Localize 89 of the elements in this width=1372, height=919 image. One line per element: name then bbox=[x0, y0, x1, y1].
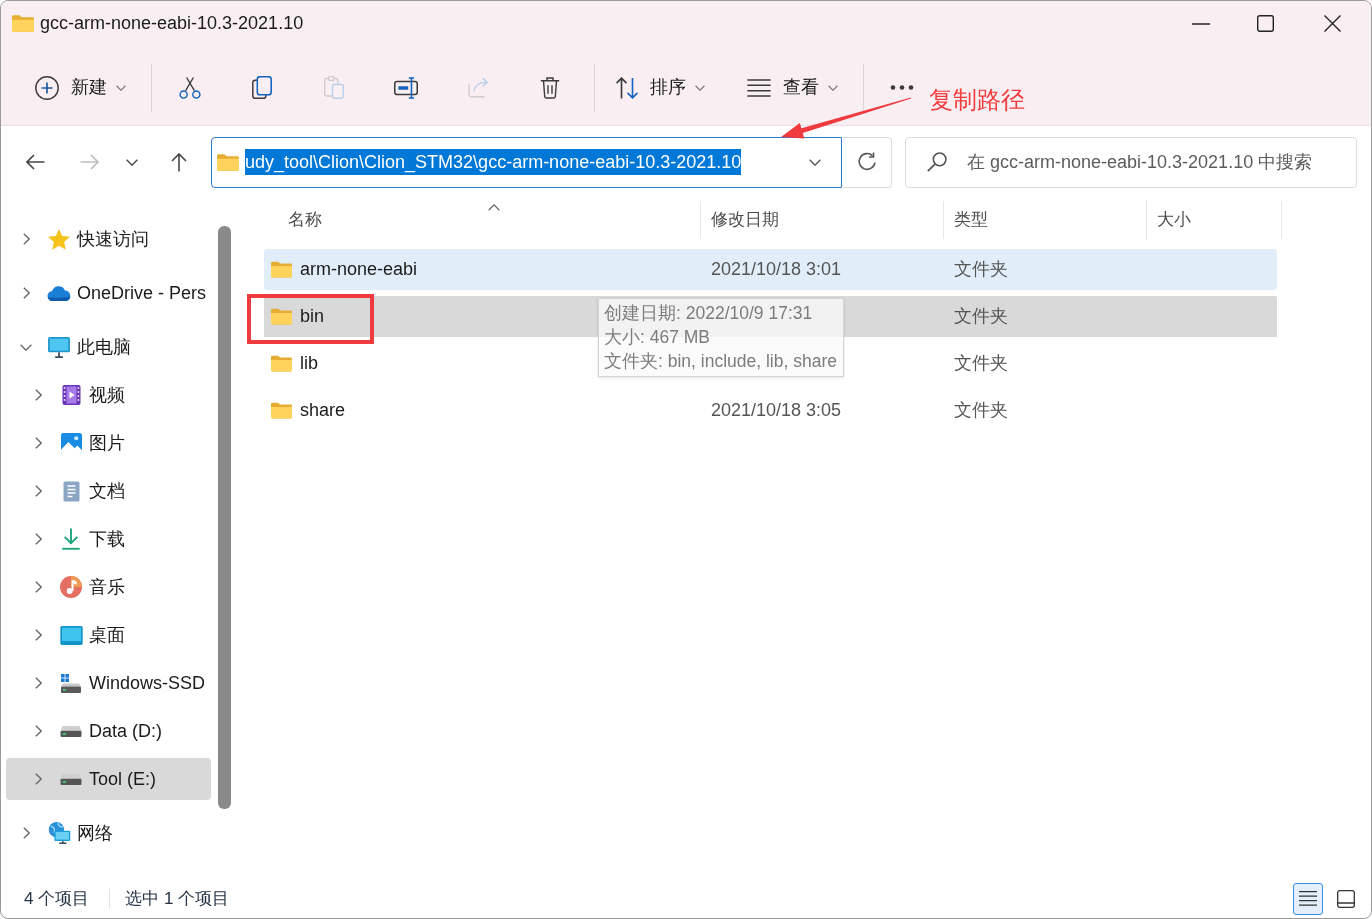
scrollbar-thumb[interactable] bbox=[218, 226, 231, 809]
drive-icon bbox=[60, 773, 82, 785]
cloud-icon bbox=[47, 285, 71, 301]
chevron-right-icon[interactable] bbox=[34, 677, 42, 689]
forward-arrow-icon bbox=[79, 154, 99, 170]
column-header[interactable]: 大小 bbox=[1147, 201, 1282, 239]
chevron-right-icon[interactable] bbox=[34, 485, 42, 497]
tooltip-text: 大小: 467 MB bbox=[604, 326, 712, 349]
close-icon bbox=[1323, 15, 1341, 32]
new-button[interactable]: 新建 bbox=[23, 62, 136, 113]
folder-icon bbox=[217, 153, 239, 171]
search-icon bbox=[927, 151, 947, 172]
sidebar-item[interactable]: Tool (E:) bbox=[6, 758, 211, 800]
picture-icon bbox=[60, 432, 82, 454]
monitor-icon bbox=[48, 336, 70, 358]
sidebar-item[interactable]: Windows-SSD bbox=[6, 662, 211, 704]
folder-icon bbox=[12, 15, 34, 32]
file-name[interactable]: share bbox=[300, 397, 346, 424]
folder-icon bbox=[271, 308, 292, 325]
sort-caret-icon bbox=[488, 204, 500, 211]
chevron-down-icon bbox=[809, 158, 821, 166]
file-type: 文件夹 bbox=[953, 305, 1009, 328]
back-arrow-icon bbox=[25, 154, 45, 170]
chevron-down-icon bbox=[126, 158, 138, 166]
system-drive-icon bbox=[60, 673, 82, 693]
sidebar-item[interactable]: 文档 bbox=[6, 470, 211, 512]
column-header[interactable]: 名称 bbox=[264, 201, 701, 239]
file-name[interactable]: lib bbox=[300, 350, 318, 377]
selected-path-text: udy_tool\Clion\Clion_STM32\gcc-arm-none-eabi-10.3-2021.10 bbox=[245, 149, 742, 175]
chevron-right-icon[interactable] bbox=[34, 389, 42, 401]
annotation-label: 复制路径 bbox=[929, 85, 1025, 115]
minimize-icon bbox=[1192, 22, 1210, 25]
music-note-icon bbox=[60, 576, 82, 598]
folder-icon bbox=[271, 261, 292, 278]
chevron-right-icon[interactable] bbox=[34, 725, 42, 737]
drive-icon bbox=[60, 725, 82, 737]
sidebar-item[interactable]: 桌面 bbox=[6, 614, 211, 656]
list-lines-icon bbox=[1299, 891, 1317, 906]
download-icon bbox=[61, 528, 81, 550]
network-icon bbox=[47, 822, 71, 844]
column-header[interactable]: 修改日期 bbox=[701, 201, 944, 239]
up-arrow-icon bbox=[171, 152, 187, 172]
selection-count-text: 选中 1 个项目 bbox=[125, 887, 230, 910]
folder-icon bbox=[271, 402, 292, 419]
file-row[interactable]: arm-none-eabi 2021/10/18 3:01 文件夹 bbox=[264, 249, 1277, 290]
chevron-down-icon[interactable] bbox=[20, 343, 32, 351]
file-type: 文件夹 bbox=[953, 352, 1009, 375]
sort-button[interactable]: 排序 bbox=[604, 62, 715, 113]
folder-icon bbox=[271, 355, 292, 372]
chevron-right-icon[interactable] bbox=[34, 533, 42, 545]
refresh-button[interactable] bbox=[843, 136, 892, 188]
tooltip-text: 创建日期: 2022/10/9 17:31 bbox=[604, 302, 814, 325]
sidebar-item[interactable]: 音乐 bbox=[6, 566, 211, 608]
star-icon bbox=[48, 228, 70, 250]
modified-date: 2021/10/18 3:01 bbox=[710, 258, 843, 281]
film-icon bbox=[61, 384, 81, 406]
address-field[interactable]: udy_tool\Clion\Clion_STM32\gcc-arm-none-eabi-10.3-2021.10 bbox=[211, 136, 842, 188]
desktop-icon bbox=[59, 625, 83, 645]
tile-view-icon bbox=[1337, 889, 1355, 908]
chevron-right-icon[interactable] bbox=[22, 827, 30, 839]
tooltip-text: 文件夹: bin, include, lib, share bbox=[604, 350, 837, 373]
chevron-right-icon[interactable] bbox=[22, 287, 30, 299]
modified-date: 2021/10/18 3:05 bbox=[710, 399, 843, 422]
refresh-icon bbox=[857, 152, 877, 172]
view-button[interactable]: 查看 bbox=[735, 62, 848, 113]
sidebar-item[interactable]: 图片 bbox=[6, 422, 211, 464]
chevron-right-icon[interactable] bbox=[34, 773, 42, 785]
chevron-right-icon[interactable] bbox=[34, 629, 42, 641]
sidebar-item[interactable]: 此电脑 bbox=[6, 326, 211, 368]
file-name[interactable]: bin bbox=[300, 303, 325, 330]
chevron-right-icon[interactable] bbox=[34, 581, 42, 593]
sidebar-item[interactable]: 视频 bbox=[6, 374, 211, 416]
column-header[interactable]: 类型 bbox=[944, 201, 1147, 239]
search-field[interactable]: 在 gcc-arm-none-eabi-10.3-2021.10 中搜索 bbox=[905, 136, 1357, 188]
file-name[interactable]: arm-none-eabi bbox=[300, 256, 418, 283]
details-view-button[interactable] bbox=[1293, 882, 1323, 915]
window-title: gcc-arm-none-eabi-10.3-2021.10 bbox=[40, 12, 304, 35]
sidebar-item[interactable]: 网络 bbox=[6, 812, 211, 854]
file-type: 文件夹 bbox=[953, 399, 1009, 422]
item-count-text: 4 个项目 bbox=[24, 887, 90, 910]
sidebar-item[interactable]: 快速访问 bbox=[6, 218, 211, 260]
sidebar-item[interactable]: Data (D:) bbox=[6, 710, 211, 752]
maximize-icon bbox=[1256, 15, 1274, 32]
chevron-right-icon[interactable] bbox=[22, 233, 30, 245]
sidebar-item[interactable]: 下载 bbox=[6, 518, 211, 560]
chevron-right-icon[interactable] bbox=[34, 437, 42, 449]
document-icon bbox=[62, 480, 80, 502]
file-type: 文件夹 bbox=[953, 258, 1009, 281]
sidebar-item[interactable]: OneDrive - Pers bbox=[6, 272, 211, 314]
